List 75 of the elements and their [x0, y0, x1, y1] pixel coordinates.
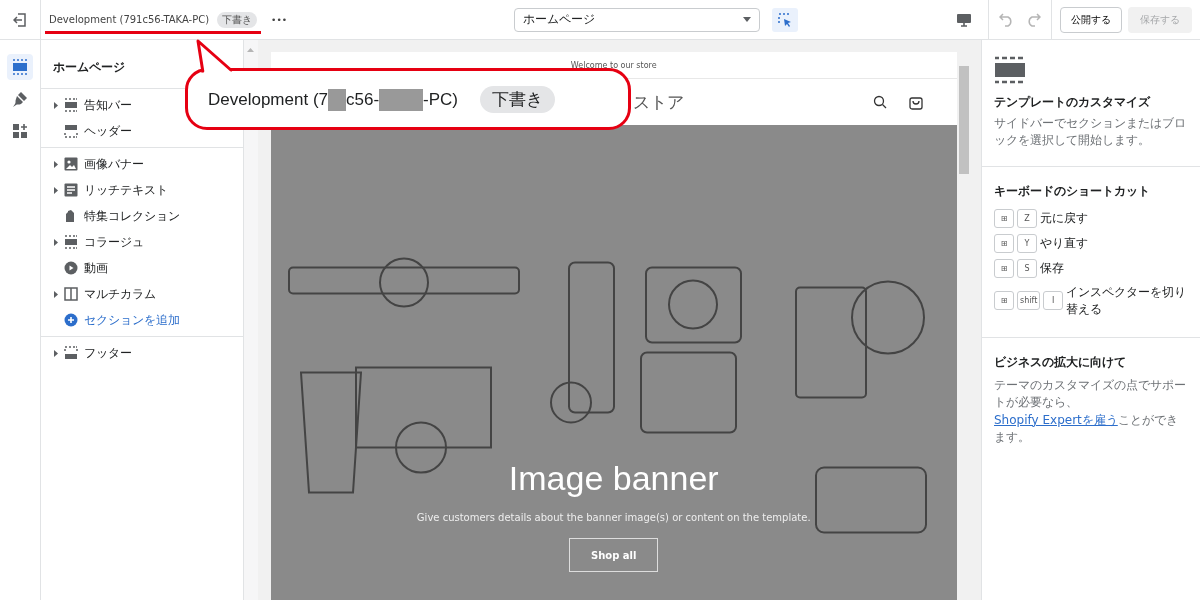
- template-icon: [994, 56, 1026, 84]
- expert-link[interactable]: Shopify Expertを雇う: [994, 412, 1118, 427]
- callout-text: Development (7: [208, 89, 328, 110]
- scrollbar-thumb[interactable]: [959, 66, 970, 174]
- redaction-block: [328, 88, 346, 111]
- shortcut-label: 保存: [1040, 259, 1065, 277]
- add-section-link[interactable]: セクションを追加: [83, 311, 180, 329]
- store-name[interactable]: ストア: [632, 90, 684, 114]
- header-icon: [63, 124, 78, 138]
- section-heading: テンプレートのカスタマイズ: [994, 94, 1150, 111]
- section-item[interactable]: 告知バー: [83, 96, 132, 114]
- section-icon: [63, 235, 78, 249]
- apps-icon: [11, 123, 28, 139]
- inspector-button[interactable]: [771, 7, 798, 32]
- banner-text: Give customers details about the banner image(s) or content on the template.: [416, 512, 811, 523]
- section-item[interactable]: 特集コレクション: [83, 207, 180, 225]
- sidebar-title: ホームページ: [52, 59, 125, 76]
- rail-tab[interactable]: [6, 54, 33, 80]
- section-item[interactable]: フッター: [83, 344, 132, 362]
- undo-icon: [999, 12, 1015, 27]
- redaction-block: [379, 88, 424, 111]
- expand-arrow-icon: [53, 349, 58, 357]
- publish-button[interactable]: 公開する: [1060, 6, 1122, 33]
- callout-badge: 下書き: [480, 86, 556, 113]
- expand-arrow-icon: [53, 101, 58, 109]
- cart-icon[interactable]: [908, 94, 923, 110]
- key-cap: ⊞: [994, 258, 1014, 278]
- section-item[interactable]: コラージュ: [83, 233, 144, 251]
- status-badge: 下書き: [217, 11, 258, 28]
- search-icon[interactable]: [872, 95, 887, 109]
- expand-arrow-icon: [53, 238, 58, 246]
- columns-icon: [63, 287, 78, 301]
- callout-text: -PC): [423, 89, 459, 110]
- section-item[interactable]: 動画: [83, 259, 108, 277]
- key-cap: ⊞: [994, 291, 1014, 311]
- key-cap: I: [1043, 291, 1064, 311]
- caret-icon: [742, 17, 751, 22]
- section-item[interactable]: 画像バナー: [83, 155, 144, 173]
- brush-icon: [11, 91, 28, 107]
- help-text: テーマのカスタマイズの点でサポートが必要なら、 Shopify Expertを雇う ことができます。: [994, 376, 1187, 446]
- exit-icon: [13, 12, 27, 27]
- sections-icon: [11, 59, 28, 75]
- section-item[interactable]: リッチテキスト: [83, 181, 168, 199]
- key-cap: Z: [1017, 208, 1037, 228]
- more-button[interactable]: •••: [269, 12, 290, 27]
- monitor-icon: [956, 12, 972, 27]
- expand-arrow-icon: [53, 186, 58, 194]
- section-item[interactable]: ヘッダー: [83, 122, 132, 140]
- description-text: サイドバーでセクションまたはブロックを選択して開始します。: [994, 115, 1187, 150]
- section-icon: [63, 98, 78, 112]
- section-heading: キーボードのショートカット: [994, 182, 1150, 200]
- section-item[interactable]: マルチカラム: [83, 285, 156, 303]
- shortcut-label: 元に戻す: [1040, 209, 1089, 227]
- image-icon: [63, 157, 78, 171]
- key-cap: ⊞: [994, 208, 1014, 228]
- theme-title: Development (791c56-TAKA-PC): [49, 14, 210, 25]
- banner-heading: Image banner: [508, 459, 719, 498]
- section-heading: ビジネスの拡大に向けて: [994, 353, 1126, 371]
- announcement-text: Welcome to our store: [570, 60, 657, 70]
- key-cap: Y: [1017, 233, 1037, 253]
- selection-cursor-icon: [777, 12, 792, 27]
- shortcut-label: インスペクターを切り替える: [1066, 283, 1188, 318]
- play-icon: [63, 261, 78, 275]
- key-cap: shift: [1017, 291, 1041, 311]
- expand-arrow-icon: [53, 160, 58, 168]
- key-cap: S: [1017, 258, 1037, 278]
- template-select[interactable]: ホームページ: [513, 7, 760, 32]
- expand-arrow-icon: [53, 290, 58, 298]
- key-cap: ⊞: [994, 233, 1014, 253]
- add-icon: [63, 313, 78, 327]
- footer-icon: [63, 346, 78, 360]
- redo-icon: [1025, 12, 1041, 27]
- callout-text: c56-: [346, 89, 380, 110]
- text-icon: [63, 183, 78, 197]
- shortcut-label: やり直す: [1040, 234, 1089, 252]
